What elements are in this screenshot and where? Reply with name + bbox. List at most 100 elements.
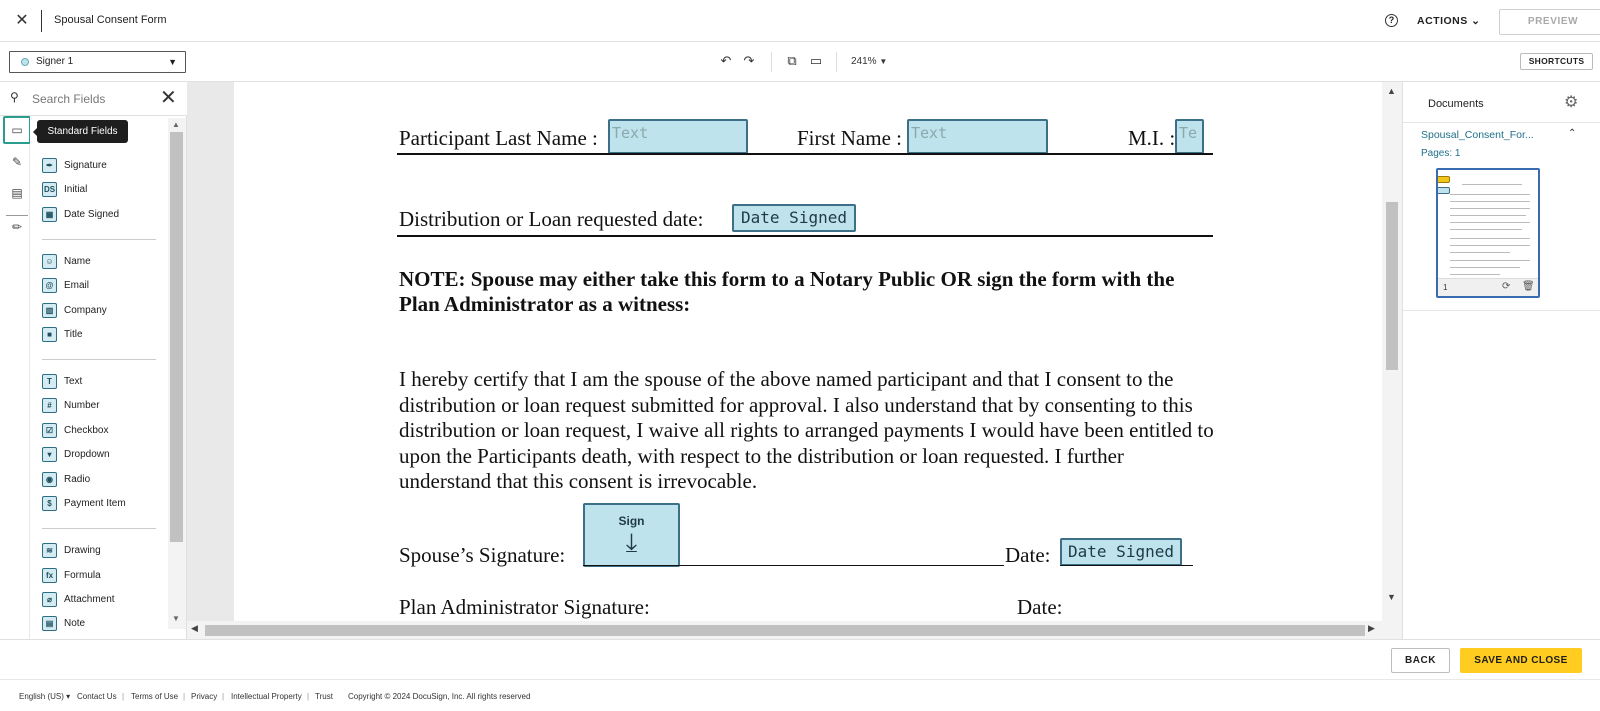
toolbar-divider	[836, 52, 837, 72]
gear-icon[interactable]: ⚙	[1564, 92, 1578, 112]
signer-color-dot	[21, 58, 29, 66]
group-divider	[42, 528, 156, 529]
checkbox-icon: ☑	[42, 423, 57, 438]
pencil-icon[interactable]: ✏	[5, 215, 29, 239]
field-label: Number	[64, 400, 100, 411]
person-icon: ☺	[42, 254, 57, 269]
date-line	[1060, 565, 1193, 566]
window-title: Spousal Consent Form	[54, 14, 167, 26]
field-tag	[1438, 187, 1450, 194]
text-field-last-name[interactable]: Text	[608, 119, 748, 154]
footer-link-terms[interactable]: Terms of Use	[131, 692, 178, 701]
scroll-left-arrow[interactable]: ◀	[191, 623, 198, 634]
scrollbar-thumb[interactable]	[205, 625, 1365, 636]
scroll-right-arrow[interactable]: ▶	[1368, 623, 1375, 634]
undo-icon[interactable]: ↶	[717, 52, 735, 70]
redo-icon[interactable]: ↷	[740, 52, 758, 70]
panel-divider	[1403, 122, 1600, 123]
zoom-select[interactable]: 241% ▼	[851, 56, 887, 67]
pen-icon: ✒	[42, 158, 57, 173]
zoom-level: 241%	[851, 56, 877, 67]
sign-arrow-icon: ⤓	[625, 527, 638, 557]
page-count: Pages: 1	[1421, 148, 1461, 159]
paperclip-icon: ⌀	[42, 592, 57, 607]
copy-icon[interactable]: ⧉	[783, 52, 801, 70]
hash-icon: #	[42, 398, 57, 413]
scrollbar-thumb[interactable]	[170, 132, 183, 542]
footer-link-trust[interactable]: Trust	[315, 692, 333, 701]
signer-select[interactable]: Signer 1 ▼	[9, 51, 186, 73]
chevron-up-icon[interactable]: ⌃	[1568, 128, 1576, 139]
mi-label: M.I. :	[1128, 126, 1176, 150]
thumb-line	[1450, 229, 1522, 230]
signature-field[interactable]: Sign ⤓	[583, 503, 680, 567]
footer-link-contact[interactable]: Contact Us	[77, 692, 117, 701]
field-label: Note	[64, 618, 86, 629]
field-label: Payment Item	[64, 498, 126, 509]
trash-icon[interactable]: 🗑	[1522, 281, 1535, 292]
footer: English (US) ▾ Contact Us | Terms of Use…	[0, 679, 1600, 711]
field-label: Company	[64, 305, 107, 316]
thumb-line	[1450, 222, 1530, 223]
sign-label: Sign	[618, 514, 645, 528]
spouse-signature-label: Spouse’s Signature:	[399, 543, 566, 567]
briefcase-icon: ■	[42, 327, 57, 342]
scroll-up-arrow[interactable]: ▲	[172, 120, 180, 129]
scroll-up-arrow[interactable]: ▲	[1387, 86, 1396, 96]
field-label: Dropdown	[64, 449, 110, 460]
scroll-down-arrow[interactable]: ▼	[1387, 592, 1396, 602]
date-signed-field[interactable]: Date Signed	[732, 204, 856, 232]
initial-icon: DS	[42, 182, 57, 197]
preview-button[interactable]: PREVIEW	[1499, 9, 1600, 35]
thumb-line	[1450, 252, 1510, 253]
thumb-line	[1450, 201, 1530, 202]
page-thumbnail[interactable]: 1 ⟳ 🗑	[1436, 168, 1540, 298]
text-field-first-name[interactable]: Text	[907, 119, 1048, 154]
thumb-line	[1450, 194, 1530, 195]
consent-paragraph: I hereby certify that I am the spouse of…	[399, 367, 1214, 493]
date-signed-field-spouse[interactable]: Date Signed	[1060, 538, 1182, 566]
field-label: Drawing	[64, 545, 101, 556]
thumb-line	[1462, 184, 1522, 185]
help-icon[interactable]: ?	[1385, 14, 1398, 27]
scrollbar-thumb[interactable]	[1386, 202, 1398, 370]
divider	[41, 10, 42, 32]
shortcuts-button[interactable]: SHORTCUTS	[1520, 53, 1593, 70]
close-icon[interactable]: ✕	[12, 11, 32, 31]
date-label: Date:	[1005, 543, 1051, 567]
footer-link-ip[interactable]: Intellectual Property	[231, 692, 302, 701]
document-name[interactable]: Spousal_Consent_For...	[1421, 129, 1534, 141]
scroll-down-arrow[interactable]: ▼	[172, 614, 180, 623]
template-icon[interactable]: ▤	[5, 181, 29, 205]
footer-link-privacy[interactable]: Privacy	[191, 692, 217, 701]
drawing-icon: ≋	[42, 543, 57, 558]
search-input[interactable]	[32, 90, 152, 108]
thumb-line	[1450, 238, 1530, 239]
rule-line	[397, 235, 1213, 237]
signature-stamp-icon[interactable]: ✎	[5, 150, 29, 174]
back-button[interactable]: BACK	[1391, 648, 1450, 673]
paste-icon[interactable]: ▭	[807, 52, 825, 70]
canvas-vertical-scrollbar[interactable]: ▲ ▼	[1382, 82, 1402, 639]
text-field-mi[interactable]: Te	[1175, 119, 1204, 154]
field-label: Title	[64, 329, 83, 340]
clear-search-icon[interactable]: ✕	[160, 86, 177, 110]
rule-line	[397, 153, 1213, 155]
footer-separator: |	[183, 692, 186, 701]
canvas-horizontal-scrollbar[interactable]: ◀ ▶	[187, 621, 1382, 639]
caret-down-icon: ▼	[879, 57, 888, 66]
radio-icon: ◉	[42, 472, 57, 487]
footer-separator: |	[222, 692, 225, 701]
standard-fields-icon[interactable]: ▭	[3, 116, 31, 144]
footer-separator: |	[122, 692, 125, 701]
thumb-line	[1450, 208, 1530, 209]
actions-menu-button[interactable]: ACTIONS ⌄	[1417, 15, 1480, 27]
language-select[interactable]: English (US) ▾	[19, 692, 70, 701]
thumb-line	[1450, 215, 1526, 216]
rotate-icon[interactable]: ⟳	[1502, 281, 1510, 292]
save-and-close-button[interactable]: SAVE AND CLOSE	[1460, 648, 1582, 673]
field-label: Formula	[64, 570, 101, 581]
thumb-line	[1450, 274, 1500, 275]
top-bar: ✕ Spousal Consent Form ? ACTIONS ⌄ PREVI…	[0, 0, 1600, 42]
fields-scrollbar[interactable]: ▲ ▼	[168, 118, 186, 629]
